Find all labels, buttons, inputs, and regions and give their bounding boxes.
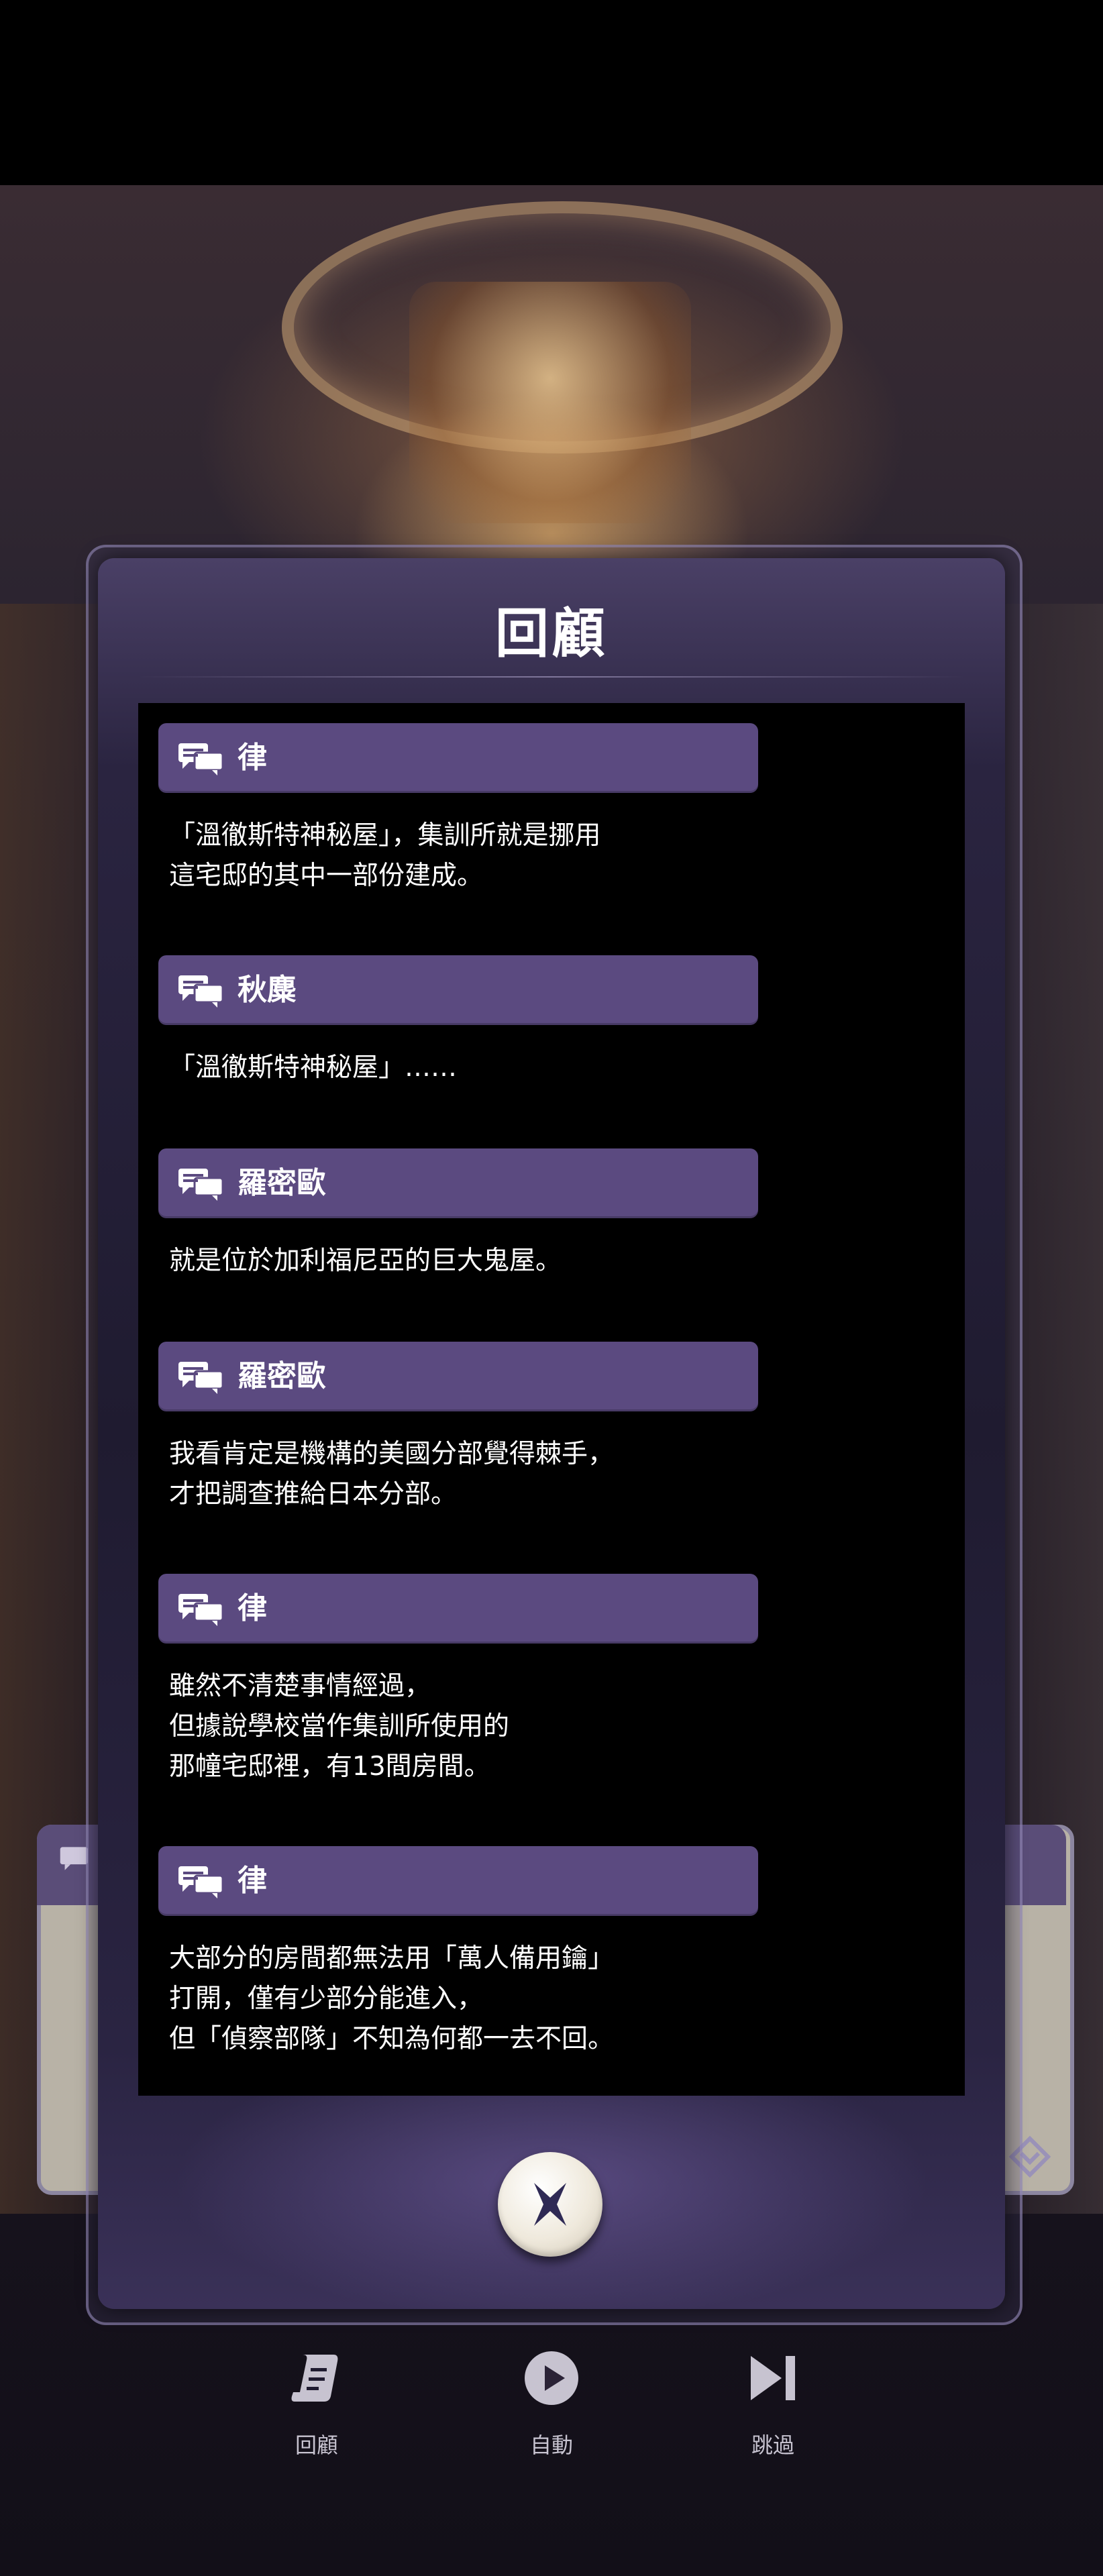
dialogue-line: 就是位於加利福尼亞的巨大鬼屋。 (169, 1246, 562, 1276)
chat-bubbles-icon (178, 743, 224, 775)
dialogue-line: 這宅邸的其中一部份建成。 (169, 861, 484, 891)
speaker-bar: 秋麋 (158, 955, 758, 1025)
chat-bubbles-icon (178, 1362, 224, 1394)
dialogue-line: 但「偵察部隊」不知為何都一去不回。 (169, 2024, 615, 2054)
skip-label: 跳過 (751, 2432, 794, 2458)
chat-bubbles-icon (178, 1594, 224, 1626)
dialogue-line: 那幢宅邸裡，有13間房間。 (169, 1752, 490, 1782)
dialogue-line: 但據說學校當作集訓所使用的 (169, 1711, 510, 1741)
skip-button[interactable]: 跳過 (706, 2348, 840, 2459)
speaker-bar: 羅密歐 (158, 1342, 758, 1411)
dialogue-line: 大部分的房間都無法用「萬人備用鑰」 (169, 1943, 615, 1974)
dialogue-line: 我看肯定是機構的美國分部覺得棘手， (169, 1439, 615, 1469)
speaker-name: 律 (238, 1591, 267, 1625)
log-entry: 律 大部分的房間都無法用「萬人備用鑰」 打開，僅有少部分能進入， 但「偵察部隊」… (158, 1846, 896, 2059)
speaker-bar: 律 (158, 1574, 758, 1644)
speaker-bar: 羅密歐 (158, 1148, 758, 1218)
log-entry: 秋麋 「溫徹斯特神秘屋」…… (158, 955, 896, 1088)
auto-button[interactable]: 自動 (484, 2348, 619, 2459)
log-entry: 律 「溫徹斯特神秘屋」，集訓所就是挪用 這宅邸的其中一部份建成。 (158, 723, 896, 896)
auto-label: 自動 (529, 2432, 573, 2458)
speaker-name: 羅密歐 (238, 1359, 326, 1393)
top-black-bar (0, 0, 1103, 185)
backlog-log-list[interactable]: 律 「溫徹斯特神秘屋」，集訓所就是挪用 這宅邸的其中一部份建成。 秋麋 「溫徹斯… (138, 703, 965, 2096)
log-entry: 律 雖然不清楚事情經過， 但據說學校當作集訓所使用的 那幢宅邸裡，有13間房間。 (158, 1574, 896, 1787)
speaker-name: 律 (238, 1864, 267, 1898)
speaker-name: 秋麋 (238, 973, 297, 1007)
dialogue-line: 「溫徹斯特神秘屋」…… (169, 1053, 458, 1083)
chat-bubbles-icon (178, 1169, 224, 1201)
game-screen: 回顧 律 「溫徹斯特神秘屋」，集訓所就是挪用 這宅邸的其中一部份建成。 秋麋 「… (0, 0, 1103, 2576)
backlog-label: 回顧 (295, 2432, 338, 2458)
play-icon (525, 2351, 578, 2405)
backlog-title: 回顧 (495, 602, 608, 665)
log-entry: 羅密歐 就是位於加利福尼亞的巨大鬼屋。 (158, 1148, 896, 1281)
dialogue-line: 才把調查推給日本分部。 (169, 1479, 458, 1509)
speaker-name: 羅密歐 (238, 1166, 326, 1200)
close-button[interactable] (498, 2152, 602, 2257)
close-icon (534, 2183, 566, 2226)
dialogue-line: 打開，僅有少部分能進入， (169, 1984, 484, 2014)
backlog-button[interactable]: 回顧 (250, 2348, 384, 2459)
speaker-bar: 律 (158, 1846, 758, 1916)
scroll-icon (291, 2355, 338, 2402)
chandelier-light (409, 282, 691, 523)
title-divider (138, 676, 965, 678)
speaker-name: 律 (238, 741, 267, 775)
skip-icon (751, 2356, 795, 2400)
log-entry: 羅密歐 我看肯定是機構的美國分部覺得棘手， 才把調查推給日本分部。 (158, 1342, 896, 1515)
dialogue-line: 雖然不清楚事情經過， (169, 1671, 431, 1701)
speaker-bar: 律 (158, 723, 758, 793)
chat-bubbles-icon (178, 975, 224, 1008)
dialogue-line: 「溫徹斯特神秘屋」，集訓所就是挪用 (169, 820, 601, 851)
chat-bubbles-icon (178, 1866, 224, 1898)
